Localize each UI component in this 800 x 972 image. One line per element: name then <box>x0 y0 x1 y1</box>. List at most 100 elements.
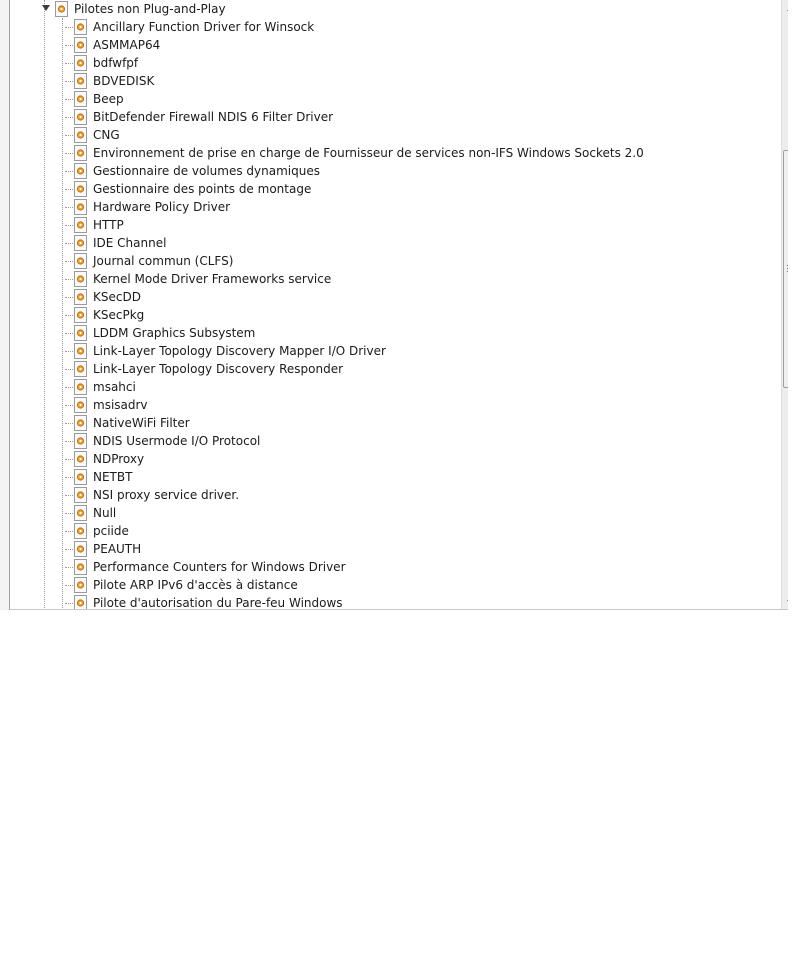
tree-node[interactable]: BitDefender Firewall NDIS 6 Filter Drive… <box>65 108 333 126</box>
service-gear-icon <box>74 541 87 557</box>
tree-connector <box>65 171 73 172</box>
tree-node[interactable]: Gestionnaire de volumes dynamiques <box>65 162 320 180</box>
service-gear-icon <box>74 415 87 431</box>
tree-node-label: Beep <box>93 92 124 106</box>
tree-connector <box>65 513 73 514</box>
tree-node-label: Performance Counters for Windows Driver <box>93 560 346 574</box>
tree-node[interactable]: NSI proxy service driver. <box>65 486 240 504</box>
service-gear-icon <box>74 109 87 125</box>
tree-node[interactable]: CNG <box>65 126 120 144</box>
tree-node-label: PEAUTH <box>93 542 142 556</box>
tree-connector <box>65 135 73 136</box>
tree-node[interactable]: Ancillary Function Driver for Winsock <box>65 18 314 36</box>
tree-connector <box>65 333 73 334</box>
tree-connector <box>65 531 73 532</box>
service-gear-icon <box>74 397 87 413</box>
scroll-down-button[interactable] <box>782 593 788 610</box>
tree-connector <box>65 117 73 118</box>
tree-node[interactable]: Hardware Policy Driver <box>65 198 231 216</box>
service-gear-icon <box>74 595 87 610</box>
tree-node-label: NativeWiFi Filter <box>93 416 190 430</box>
tree-guide-line <box>62 18 63 610</box>
tree-node-label: KSecDD <box>93 290 141 304</box>
tree-connector <box>65 243 73 244</box>
tree-node[interactable]: msahci <box>65 378 136 396</box>
scroll-up-button[interactable] <box>782 0 788 17</box>
tree-node-root[interactable]: Pilotes non Plug-and-Play <box>42 0 226 18</box>
tree-node-label: Journal commun (CLFS) <box>93 254 234 268</box>
tree-connector <box>65 603 73 604</box>
tree-node-label: Gestionnaire des points de montage <box>93 182 312 196</box>
tree-node-label: IDE Channel <box>93 236 167 250</box>
tree-node[interactable]: NETBT <box>65 468 132 486</box>
tree-node[interactable]: Beep <box>65 90 124 108</box>
tree-connector <box>65 279 73 280</box>
tree-node[interactable]: Performance Counters for Windows Driver <box>65 558 346 576</box>
tree-connector <box>65 405 73 406</box>
service-gear-icon <box>74 235 87 251</box>
tree-node[interactable]: KSecPkg <box>65 306 144 324</box>
service-gear-icon <box>74 577 87 593</box>
tree-node[interactable]: Link-Layer Topology Discovery Responder <box>65 360 343 378</box>
tree-node[interactable]: NDProxy <box>65 450 144 468</box>
service-gear-icon <box>74 307 87 323</box>
service-gear-icon <box>74 37 87 53</box>
tree-node[interactable]: PEAUTH <box>65 540 142 558</box>
service-gear-icon <box>74 361 87 377</box>
tree-node-label: CNG <box>93 128 120 142</box>
tree-connector <box>65 225 73 226</box>
tree-node-label: NSI proxy service driver. <box>93 488 240 502</box>
tree-node[interactable]: msisadrv <box>65 396 148 414</box>
scrollbar-thumb[interactable] <box>783 150 788 388</box>
tree-node[interactable]: HTTP <box>65 216 124 234</box>
service-gear-icon <box>74 217 87 233</box>
tree-node[interactable]: Environnement de prise en charge de Four… <box>65 144 644 162</box>
service-gear-icon <box>74 91 87 107</box>
tree-node[interactable]: Gestionnaire des points de montage <box>65 180 312 198</box>
vertical-scrollbar[interactable] <box>781 0 788 610</box>
tree-node[interactable]: NativeWiFi Filter <box>65 414 190 432</box>
tree-node[interactable]: Null <box>65 504 116 522</box>
tree-node[interactable]: IDE Channel <box>65 234 167 252</box>
tree-connector <box>65 315 73 316</box>
tree-node[interactable]: pciide <box>65 522 129 540</box>
service-gear-icon <box>74 199 87 215</box>
service-gear-icon <box>74 253 87 269</box>
grip-icon <box>787 265 788 272</box>
tree-connector <box>65 567 73 568</box>
service-gear-icon <box>74 163 87 179</box>
tree-connector <box>65 387 73 388</box>
tree-connector <box>65 459 73 460</box>
tree-node-label: bdfwfpf <box>93 56 139 70</box>
tree-node[interactable]: Pilote d'autorisation du Pare-feu Window… <box>65 594 343 610</box>
service-gear-icon <box>74 73 87 89</box>
tree-connector <box>65 189 73 190</box>
tree-node[interactable]: Kernel Mode Driver Frameworks service <box>65 270 331 288</box>
tree-connector <box>65 369 73 370</box>
tree-node-label: ASMMAP64 <box>93 38 161 52</box>
service-gear-icon <box>74 469 87 485</box>
tree-node-label: NDIS Usermode I/O Protocol <box>93 434 261 448</box>
expanded-arrow-icon[interactable] <box>42 5 50 11</box>
tree-connector <box>65 27 73 28</box>
window-left-edge <box>0 0 10 610</box>
tree-view[interactable]: Pilotes non Plug-and-Play Ancillary Func… <box>10 0 788 610</box>
tree-node[interactable]: NDIS Usermode I/O Protocol <box>65 432 261 450</box>
tree-node[interactable]: BDVEDISK <box>65 72 154 90</box>
tree-node[interactable]: Pilote ARP IPv6 d'accès à distance <box>65 576 298 594</box>
tree-node[interactable]: ASMMAP64 <box>65 36 161 54</box>
tree-node[interactable]: bdfwfpf <box>65 54 139 72</box>
tree-connector <box>65 45 73 46</box>
service-gear-icon <box>55 1 68 17</box>
tree-node-label: pciide <box>93 524 129 538</box>
tree-node[interactable]: KSecDD <box>65 288 141 306</box>
tree-node[interactable]: LDDM Graphics Subsystem <box>65 324 255 342</box>
tree-node[interactable]: Journal commun (CLFS) <box>65 252 234 270</box>
arrow-down-icon <box>787 599 788 604</box>
tree-node-label: Hardware Policy Driver <box>93 200 231 214</box>
service-gear-icon <box>74 19 87 35</box>
tree-connector <box>65 153 73 154</box>
tree-node-label: Gestionnaire de volumes dynamiques <box>93 164 320 178</box>
tree-connector <box>65 63 73 64</box>
tree-node[interactable]: Link-Layer Topology Discovery Mapper I/O… <box>65 342 386 360</box>
